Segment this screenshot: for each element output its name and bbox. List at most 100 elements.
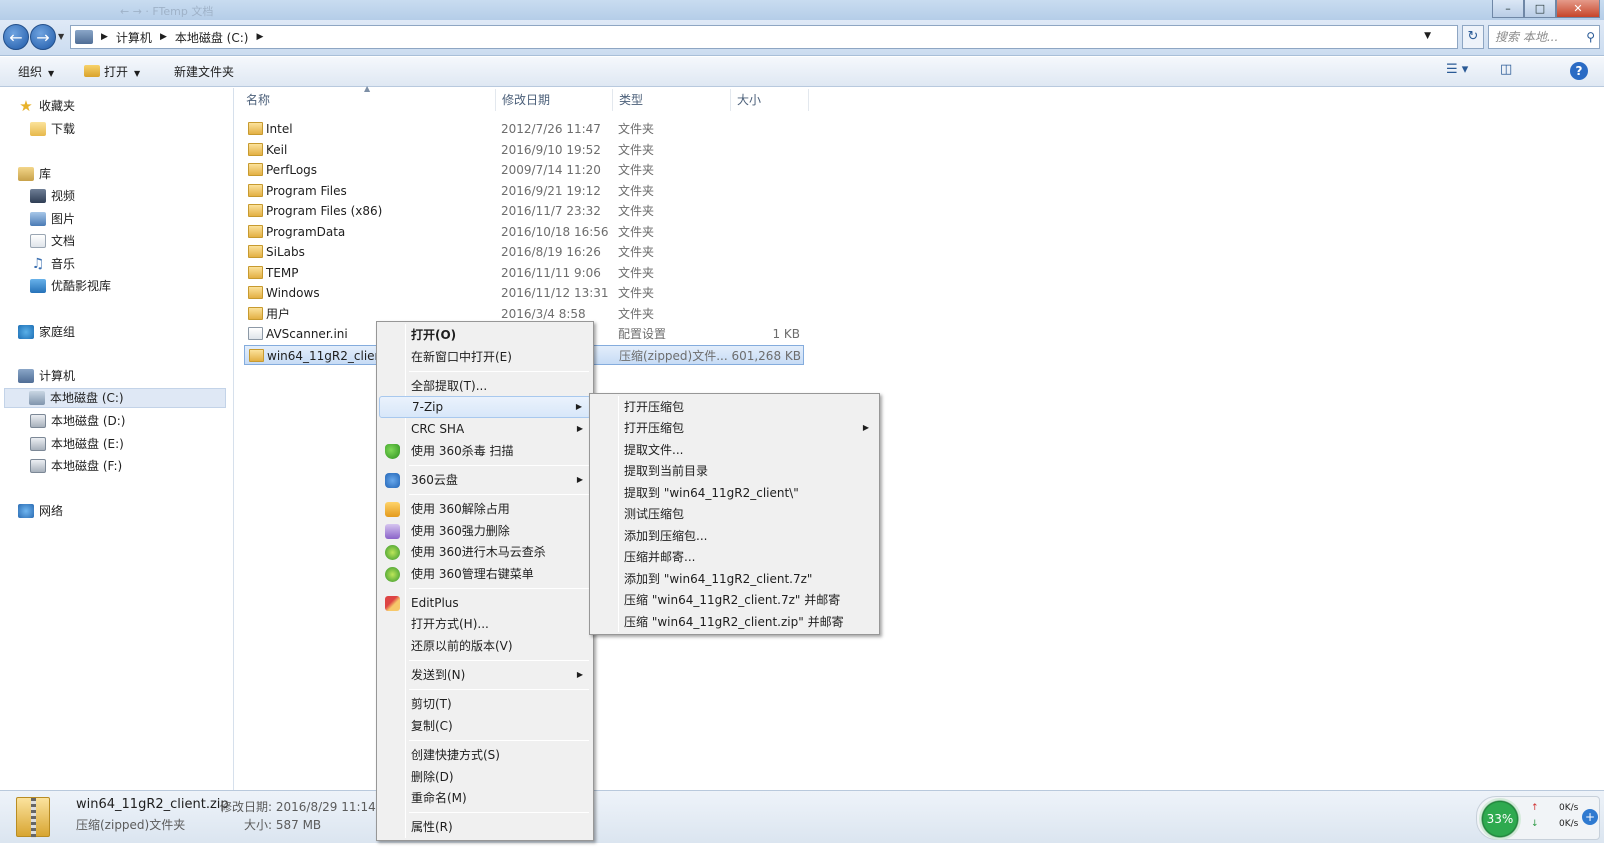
cloud-icon [385, 473, 400, 488]
column-header-modified[interactable]: 修改日期 [496, 89, 613, 111]
forward-button[interactable]: → [30, 24, 56, 50]
menu-360-scan[interactable]: 使用 360杀毒 扫描 [379, 440, 591, 462]
file-row[interactable]: Program Files (x86) 2016/11/7 23:32 文件夹 [244, 201, 804, 221]
chevron-right-icon[interactable]: ▶ [256, 32, 263, 42]
menu-properties[interactable]: 属性(R) [379, 816, 591, 838]
document-icon [30, 234, 46, 248]
menu-crc-sha[interactable]: CRC SHA ▶ [379, 418, 591, 440]
file-row[interactable]: PerfLogs 2009/7/14 11:20 文件夹 [244, 160, 804, 180]
nav-videos[interactable]: 视频 [30, 186, 75, 206]
youku-library-icon [30, 279, 46, 293]
menu-send-to[interactable]: 发送到(N) ▶ [379, 664, 591, 686]
zip-test-archive[interactable]: 测试压缩包 [592, 503, 877, 525]
menu-editplus[interactable]: EditPlus [379, 592, 591, 614]
file-row[interactable]: SiLabs 2016/8/19 16:26 文件夹 [244, 242, 804, 262]
nav-label: 本地磁盘 (E:) [51, 437, 124, 451]
maximize-button[interactable]: □ [1524, 0, 1556, 18]
menu-360-trojan-scan-label: 使用 360进行木马云查杀 [411, 545, 546, 559]
menu-360-force-delete-label: 使用 360强力删除 [411, 524, 510, 538]
file-row[interactable]: TEMP 2016/11/11 9:06 文件夹 [244, 263, 804, 283]
zip-extract-files[interactable]: 提取文件... [592, 439, 877, 461]
help-icon[interactable]: ? [1570, 62, 1588, 80]
recent-pages-dropdown[interactable]: ▼ [58, 32, 64, 41]
open-button[interactable]: 打开 ▼ [84, 63, 140, 80]
menu-open-new-window[interactable]: 在新窗口中打开(E) [379, 346, 591, 368]
column-header-type[interactable]: 类型 [613, 89, 731, 111]
file-row[interactable]: Program Files 2016/9/21 19:12 文件夹 [244, 181, 804, 201]
network-speed-gadget[interactable]: 33% ↑ ↓ 0K/s 0K/s + [1476, 796, 1600, 840]
refresh-button[interactable]: ↻ [1462, 25, 1484, 49]
menu-open[interactable]: 打开(O) [379, 324, 591, 346]
nav-downloads[interactable]: 下载 [30, 119, 75, 139]
nav-youku[interactable]: 优酷影视库 [30, 276, 111, 296]
menu-360-force-delete[interactable]: 使用 360强力删除 [379, 520, 591, 542]
menu-create-shortcut[interactable]: 创建快捷方式(S) [379, 744, 591, 766]
menu-360-cloud[interactable]: 360云盘 ▶ [379, 469, 591, 491]
nav-music[interactable]: ♫ 音乐 [30, 254, 75, 274]
column-header-size[interactable]: 大小 [731, 89, 809, 111]
menu-cut[interactable]: 剪切(T) [379, 693, 591, 715]
menu-360-manage[interactable]: 使用 360管理右键菜单 [379, 563, 591, 585]
menu-restore-versions[interactable]: 还原以前的版本(V) [379, 635, 591, 657]
file-type: 文件夹 [618, 266, 655, 280]
menu-7zip[interactable]: 7-Zip ▶ [379, 396, 591, 418]
zip-add-to-7z[interactable]: 添加到 "win64_11gR2_client.7z" [592, 568, 877, 590]
close-button[interactable]: ✕ [1556, 0, 1600, 18]
upload-speed: 0K/s [1559, 803, 1579, 813]
zip-extract-to-folder[interactable]: 提取到 "win64_11gR2_client\" [592, 482, 877, 504]
file-date: 2016/11/12 13:31 [501, 286, 609, 300]
file-row[interactable]: ProgramData 2016/10/18 16:56 文件夹 [244, 222, 804, 242]
search-input[interactable]: 搜索 本地... ⚲ [1488, 25, 1600, 49]
zip-compress-7z-email[interactable]: 压缩 "win64_11gR2_client.7z" 并邮寄 [592, 589, 877, 611]
file-row[interactable]: Intel 2012/7/26 11:47 文件夹 [244, 119, 804, 139]
view-options-icon[interactable]: ☰ ▾ [1446, 62, 1468, 77]
file-name: PerfLogs [266, 163, 318, 177]
plus-icon[interactable]: + [1582, 809, 1598, 825]
nav-drive-e[interactable]: 本地磁盘 (E:) [30, 434, 124, 454]
breadcrumb-drive-c[interactable]: 本地磁盘 (C:) [175, 29, 249, 46]
zip-open-archive[interactable]: 打开压缩包 [592, 396, 877, 418]
homegroup-icon [18, 325, 34, 339]
nav-drive-c[interactable]: 本地磁盘 (C:) [4, 388, 226, 408]
zip-open-archive-sub[interactable]: 打开压缩包 ▶ [592, 417, 877, 439]
file-type: 文件夹 [618, 245, 655, 259]
preview-pane-icon[interactable]: ◫ [1500, 62, 1512, 77]
nav-drive-f[interactable]: 本地磁盘 (F:) [30, 456, 122, 476]
nav-libraries[interactable]: 库 [18, 164, 51, 184]
file-type: 文件夹 [618, 307, 655, 321]
address-bar[interactable]: ▶ 计算机 ▶ 本地磁盘 (C:) ▶ ▼ [70, 25, 1458, 49]
chevron-right-icon[interactable]: ▶ [101, 32, 108, 42]
menu-open-with[interactable]: 打开方式(H)... [379, 613, 591, 635]
menu-extract-all[interactable]: 全部提取(T)... [379, 375, 591, 397]
memory-usage-ring[interactable]: 33% [1479, 798, 1521, 840]
nav-documents[interactable]: 文档 [30, 231, 75, 251]
zip-compress-email[interactable]: 压缩并邮寄... [592, 546, 877, 568]
menu-rename[interactable]: 重命名(M) [379, 787, 591, 809]
zip-compress-zip-email[interactable]: 压缩 "win64_11gR2_client.zip" 并邮寄 [592, 611, 877, 633]
menu-360-unlock[interactable]: 使用 360解除占用 [379, 498, 591, 520]
chevron-right-icon[interactable]: ▶ [160, 32, 167, 42]
menu-crc-sha-label: CRC SHA [411, 422, 465, 436]
search-icon[interactable]: ⚲ [1586, 26, 1595, 48]
zip-add-to-archive[interactable]: 添加到压缩包... [592, 525, 877, 547]
nav-computer[interactable]: 计算机 [18, 366, 75, 386]
file-row[interactable]: Keil 2016/9/10 19:52 文件夹 [244, 140, 804, 160]
nav-homegroup[interactable]: 家庭组 [18, 322, 75, 342]
nav-pictures[interactable]: 图片 [30, 209, 75, 229]
breadcrumb-computer[interactable]: 计算机 [116, 29, 152, 46]
file-row[interactable]: Windows 2016/11/12 13:31 文件夹 [244, 283, 804, 303]
nav-network[interactable]: 网络 [18, 501, 63, 521]
nav-label: 下载 [51, 122, 76, 136]
nav-drive-d[interactable]: 本地磁盘 (D:) [30, 411, 125, 431]
new-folder-button[interactable]: 新建文件夹 [174, 63, 234, 80]
minimize-button[interactable]: – [1492, 0, 1524, 18]
menu-360-trojan-scan[interactable]: 使用 360进行木马云查杀 [379, 541, 591, 563]
back-button[interactable]: ← [3, 24, 29, 50]
file-size: 1 KB [772, 327, 800, 341]
zip-extract-here[interactable]: 提取到当前目录 [592, 460, 877, 482]
organize-button[interactable]: 组织 ▼ [18, 63, 54, 80]
nav-favorites[interactable]: ★ 收藏夹 [18, 96, 75, 116]
menu-delete[interactable]: 删除(D) [379, 766, 591, 788]
address-history-dropdown[interactable]: ▼ [1424, 31, 1431, 41]
menu-copy[interactable]: 复制(C) [379, 715, 591, 737]
